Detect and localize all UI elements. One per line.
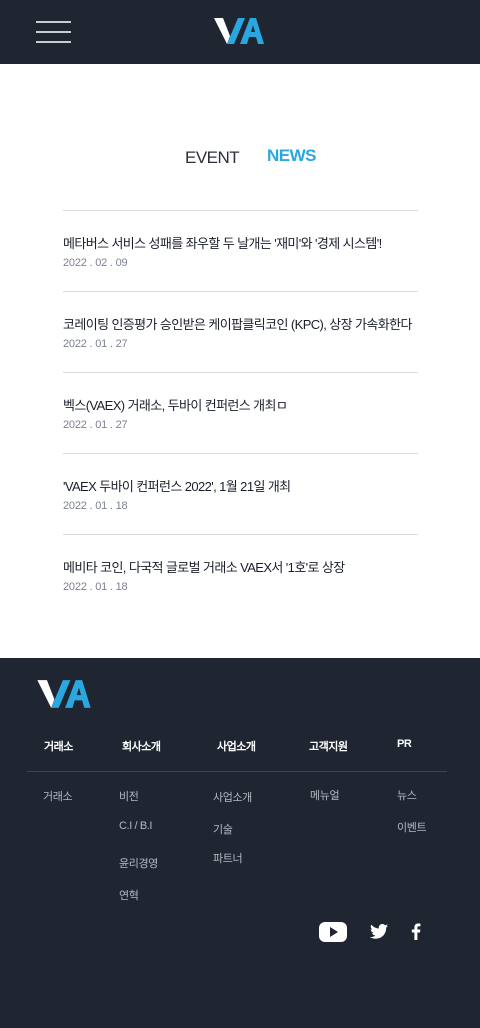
news-title: 메비타 코인, 다국적 글로벌 거래소 VAEX서 '1호'로 상장: [63, 560, 345, 575]
news-date: 2022 . 01 . 27: [63, 338, 128, 350]
footer-link-exchange[interactable]: 거래소: [43, 788, 73, 804]
facebook-icon[interactable]: [411, 923, 421, 940]
news-item[interactable]: 메비타 코인, 다국적 글로벌 거래소 VAEX서 '1호'로 상장 2022 …: [63, 534, 418, 615]
footer-heading-business[interactable]: 사업소개: [217, 738, 256, 754]
menu-line: [36, 31, 71, 33]
news-item[interactable]: 'VAEX 두바이 컨퍼런스 2022', 1월 21일 개최 2022 . 0…: [63, 453, 418, 534]
footer-link-partners[interactable]: 파트너: [213, 850, 243, 866]
news-title: 코레이팅 인증평가 승인받은 케이팝클릭코인 (KPC), 상장 가속화한다: [63, 317, 412, 332]
footer-link-ci-bi[interactable]: C.I / B.I: [119, 820, 152, 832]
footer-link-vision[interactable]: 비전: [119, 788, 139, 804]
event-news-tabs: EVENT NEWS: [0, 146, 480, 170]
footer-link-business[interactable]: 사업소개: [213, 789, 252, 805]
tab-news[interactable]: NEWS: [267, 146, 317, 166]
logo-v-left: [37, 680, 55, 708]
footer-divider: [27, 771, 447, 772]
footer-link-events[interactable]: 이벤트: [397, 819, 427, 835]
youtube-icon[interactable]: [319, 922, 347, 942]
news-date: 2022 . 01 . 18: [63, 581, 128, 593]
top-header: [0, 0, 480, 64]
news-title: 메타버스 서비스 성패를 좌우할 두 날개는 '재미'와 '경제 시스템'!: [63, 236, 382, 251]
footer-heading-pr[interactable]: PR: [397, 738, 412, 750]
news-date: 2022 . 01 . 27: [63, 419, 128, 431]
footer-link-news[interactable]: 뉴스: [397, 787, 417, 803]
logo-v-left: [214, 18, 230, 44]
news-date: 2022 . 01 . 18: [63, 500, 128, 512]
menu-line: [36, 41, 71, 43]
news-list: 메타버스 서비스 성패를 좌우할 두 날개는 '재미'와 '경제 시스템'! 2…: [63, 210, 418, 615]
footer-heading-support[interactable]: 고객지원: [309, 738, 348, 754]
news-date: 2022 . 02 . 09: [63, 257, 128, 269]
va-logo[interactable]: [214, 16, 264, 46]
footer-link-technology[interactable]: 기술: [213, 821, 233, 837]
tab-event[interactable]: EVENT: [185, 148, 240, 168]
hamburger-menu-icon[interactable]: [36, 20, 71, 44]
news-title: 벡스(VAEX) 거래소, 두바이 컨퍼런스 개최ㅁ: [63, 398, 288, 413]
menu-line: [36, 21, 71, 23]
footer-heading-company[interactable]: 회사소개: [122, 738, 161, 754]
news-item[interactable]: 코레이팅 인증평가 승인받은 케이팝클릭코인 (KPC), 상장 가속화한다 2…: [63, 291, 418, 372]
site-footer: 거래소 회사소개 사업소개 고객지원 PR 거래소 비전 C.I / B.I 윤…: [0, 658, 480, 1028]
footer-link-history[interactable]: 연혁: [119, 887, 139, 903]
footer-va-logo[interactable]: [37, 678, 91, 710]
footer-link-ethics[interactable]: 윤리경영: [119, 855, 158, 871]
news-item[interactable]: 벡스(VAEX) 거래소, 두바이 컨퍼런스 개최ㅁ 2022 . 01 . 2…: [63, 372, 418, 453]
news-item[interactable]: 메타버스 서비스 성패를 좌우할 두 날개는 '재미'와 '경제 시스템'! 2…: [63, 210, 418, 291]
news-title: 'VAEX 두바이 컨퍼런스 2022', 1월 21일 개최: [63, 479, 291, 494]
twitter-icon[interactable]: [370, 924, 388, 939]
footer-heading-exchange[interactable]: 거래소: [44, 738, 73, 754]
footer-link-manual[interactable]: 메뉴얼: [310, 787, 340, 803]
